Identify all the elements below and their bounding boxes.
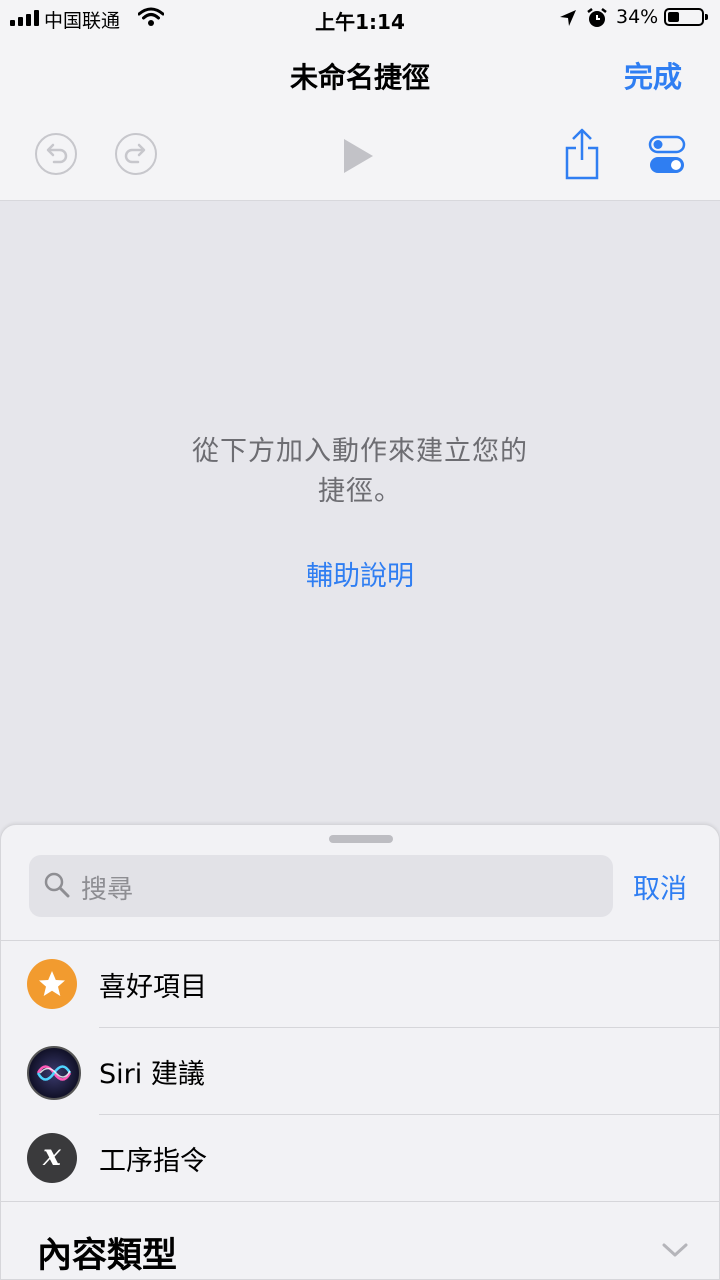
star-icon — [27, 959, 77, 1009]
search-field[interactable]: 搜尋 — [29, 855, 613, 917]
navigation-bar: 未命名捷徑 完成 — [0, 40, 720, 201]
search-placeholder: 搜尋 — [81, 875, 134, 905]
list-item-favorites[interactable]: 喜好項目 — [1, 941, 719, 1028]
chevron-down-icon[interactable] — [661, 1241, 689, 1259]
undo-icon[interactable] — [34, 132, 78, 176]
battery-icon — [664, 8, 708, 26]
status-bar: 中国联通 上午1:14 34% — [0, 0, 720, 40]
empty-state-line-2: 捷徑。 — [318, 476, 402, 507]
siri-icon — [27, 1046, 81, 1100]
empty-state-line-1: 從下方加入動作來建立您的 — [192, 436, 528, 467]
actions-sheet: 搜尋 取消 喜好項目 Siri 建議 x 工序指令 內容類型 — [0, 824, 720, 1280]
alarm-icon — [587, 8, 607, 27]
toggle-settings-icon[interactable] — [648, 134, 688, 176]
location-arrow-icon — [560, 10, 576, 26]
sheet-grabber[interactable] — [329, 835, 393, 843]
done-button[interactable]: 完成 — [624, 54, 682, 96]
variable-x-icon: x — [27, 1133, 77, 1183]
play-icon[interactable] — [340, 136, 376, 176]
list-item-label: Siri 建議 — [99, 1059, 205, 1090]
list-item-label: 工序指令 — [99, 1146, 207, 1177]
shortcut-title[interactable]: 未命名捷徑 — [0, 56, 720, 96]
list-item-scripting[interactable]: x 工序指令 — [1, 1115, 719, 1202]
share-icon[interactable] — [562, 128, 602, 180]
clock: 上午1:14 — [315, 10, 405, 34]
list-item-siri-suggestions[interactable]: Siri 建議 — [1, 1028, 719, 1115]
search-icon — [44, 872, 70, 898]
empty-state-message: 從下方加入動作來建立您的 捷徑。 — [0, 432, 720, 512]
help-link[interactable]: 輔助說明 — [0, 554, 720, 593]
cancel-button[interactable]: 取消 — [633, 867, 687, 906]
battery-percent: 34% — [616, 6, 659, 28]
redo-icon[interactable] — [114, 132, 158, 176]
section-title-content-types: 內容類型 — [37, 1236, 178, 1276]
list-item-label: 喜好項目 — [99, 972, 207, 1003]
